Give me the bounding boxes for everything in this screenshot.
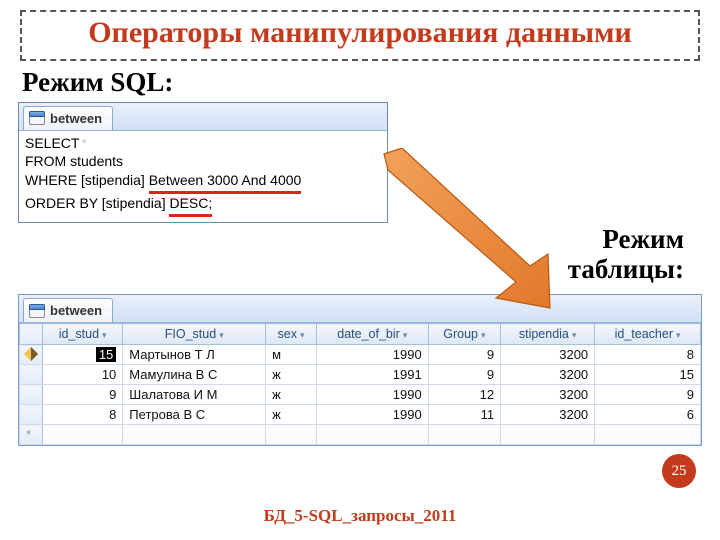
sql-kw-select: SELECT bbox=[25, 134, 79, 153]
table-row[interactable]: 8 Петрова В С ж 1990 11 3200 6 bbox=[20, 405, 701, 425]
title-box: Операторы манипулирования данными bbox=[20, 10, 700, 61]
cell-group[interactable]: 9 bbox=[428, 345, 500, 365]
col-group[interactable]: Group▾ bbox=[428, 324, 500, 345]
cell-teacher[interactable]: 6 bbox=[595, 405, 701, 425]
sql-between-clause: Between 3000 And 4000 bbox=[149, 171, 302, 194]
cell-fio[interactable]: Мартынов Т Л bbox=[123, 345, 266, 365]
col-fio_stud[interactable]: FIO_stud▾ bbox=[123, 324, 266, 345]
sql-star: * bbox=[81, 134, 86, 153]
chevron-down-icon: ▾ bbox=[403, 330, 408, 340]
tab-label: between bbox=[50, 111, 102, 126]
table-row[interactable]: 9 Шалатова И М ж 1990 12 3200 9 bbox=[20, 385, 701, 405]
sql-editor-panel: between SELECT * FROM students WHERE [st… bbox=[18, 102, 388, 224]
chevron-down-icon: ▾ bbox=[676, 330, 681, 340]
cell-sex[interactable]: м bbox=[266, 345, 317, 365]
cell-dob[interactable]: 1991 bbox=[316, 365, 428, 385]
datasheet-tab-bar: between bbox=[19, 295, 701, 323]
tab-bar: between bbox=[19, 103, 387, 131]
query-icon bbox=[28, 302, 46, 320]
query-tab-between[interactable]: between bbox=[23, 106, 113, 130]
row-selector[interactable]: * bbox=[20, 425, 43, 445]
cell-group[interactable]: 9 bbox=[428, 365, 500, 385]
cell-stip[interactable]: 3200 bbox=[501, 405, 595, 425]
cell-sex[interactable]: ж bbox=[266, 385, 317, 405]
sql-from: FROM students bbox=[25, 152, 123, 171]
sql-mode-label: Режим SQL: bbox=[22, 67, 702, 98]
row-selector[interactable] bbox=[20, 385, 43, 405]
sql-desc-clause: DESC; bbox=[169, 194, 212, 217]
row-selector[interactable] bbox=[20, 365, 43, 385]
cell-sex[interactable]: ж bbox=[266, 405, 317, 425]
new-row[interactable]: * bbox=[20, 425, 701, 445]
col-id_teacher[interactable]: id_teacher▾ bbox=[595, 324, 701, 345]
col-date_of_bir[interactable]: date_of_bir▾ bbox=[316, 324, 428, 345]
chevron-down-icon: ▾ bbox=[300, 330, 305, 340]
cell-stip[interactable]: 3200 bbox=[501, 385, 595, 405]
chevron-down-icon: ▾ bbox=[219, 330, 224, 340]
col-sex[interactable]: sex▾ bbox=[266, 324, 317, 345]
cell-group[interactable]: 12 bbox=[428, 385, 500, 405]
table-row[interactable]: 15 Мартынов Т Л м 1990 9 3200 8 bbox=[20, 345, 701, 365]
row-selector[interactable] bbox=[20, 345, 43, 365]
cell-teacher[interactable]: 15 bbox=[595, 365, 701, 385]
cell-id_stud[interactable]: 8 bbox=[43, 405, 123, 425]
cell-stip[interactable]: 3200 bbox=[501, 365, 595, 385]
row-selector[interactable] bbox=[20, 405, 43, 425]
table-body: 15 Мартынов Т Л м 1990 9 3200 8 10 Мамул… bbox=[20, 345, 701, 445]
col-id_stud[interactable]: id_stud▾ bbox=[43, 324, 123, 345]
cell-group[interactable]: 11 bbox=[428, 405, 500, 425]
cell-id_stud[interactable]: 10 bbox=[43, 365, 123, 385]
cell-fio[interactable]: Шалатова И М bbox=[123, 385, 266, 405]
slide-title: Операторы манипулирования данными bbox=[30, 16, 690, 51]
datasheet-panel: between id_stud▾ FIO_stud▾ sex▾ date_of_… bbox=[18, 294, 702, 446]
slide: Операторы манипулирования данными Режим … bbox=[0, 0, 720, 540]
cell-id_stud[interactable]: 9 bbox=[43, 385, 123, 405]
datasheet-tab-between[interactable]: between bbox=[23, 298, 113, 322]
col-stipendia[interactable]: stipendia▾ bbox=[501, 324, 595, 345]
chevron-down-icon: ▾ bbox=[102, 330, 107, 340]
header-row: id_stud▾ FIO_stud▾ sex▾ date_of_bir▾ Gro… bbox=[20, 324, 701, 345]
edit-icon bbox=[24, 347, 38, 361]
sql-where-a: WHERE [stipendia] bbox=[25, 171, 145, 190]
query-icon bbox=[28, 109, 46, 127]
table-mode-line2: таблицы: bbox=[568, 254, 684, 284]
sql-orderby-a: ORDER BY [stipendia] bbox=[25, 194, 166, 213]
sql-body[interactable]: SELECT * FROM students WHERE [stipendia]… bbox=[19, 131, 387, 223]
footer-text: БД_5-SQL_запросы_2011 bbox=[0, 506, 720, 526]
chevron-down-icon: ▾ bbox=[481, 330, 486, 340]
cell-teacher[interactable]: 8 bbox=[595, 345, 701, 365]
table-row[interactable]: 10 Мамулина В С ж 1991 9 3200 15 bbox=[20, 365, 701, 385]
table-mode-label: Режим таблицы: bbox=[18, 225, 684, 284]
cell-teacher[interactable]: 9 bbox=[595, 385, 701, 405]
table-mode-line1: Режим bbox=[602, 224, 684, 254]
datasheet-tab-label: between bbox=[50, 303, 102, 318]
cell-fio[interactable]: Мамулина В С bbox=[123, 365, 266, 385]
page-number-badge: 25 bbox=[662, 454, 696, 488]
cell-dob[interactable]: 1990 bbox=[316, 405, 428, 425]
datasheet-table[interactable]: id_stud▾ FIO_stud▾ sex▾ date_of_bir▾ Gro… bbox=[19, 323, 701, 445]
cell-fio[interactable]: Петрова В С bbox=[123, 405, 266, 425]
row-selector-header[interactable] bbox=[20, 324, 43, 345]
cell-sex[interactable]: ж bbox=[266, 365, 317, 385]
cell-stip[interactable]: 3200 bbox=[501, 345, 595, 365]
chevron-down-icon: ▾ bbox=[572, 330, 577, 340]
cell-dob[interactable]: 1990 bbox=[316, 385, 428, 405]
cell-dob[interactable]: 1990 bbox=[316, 345, 428, 365]
cell-id_stud[interactable]: 15 bbox=[43, 345, 123, 365]
